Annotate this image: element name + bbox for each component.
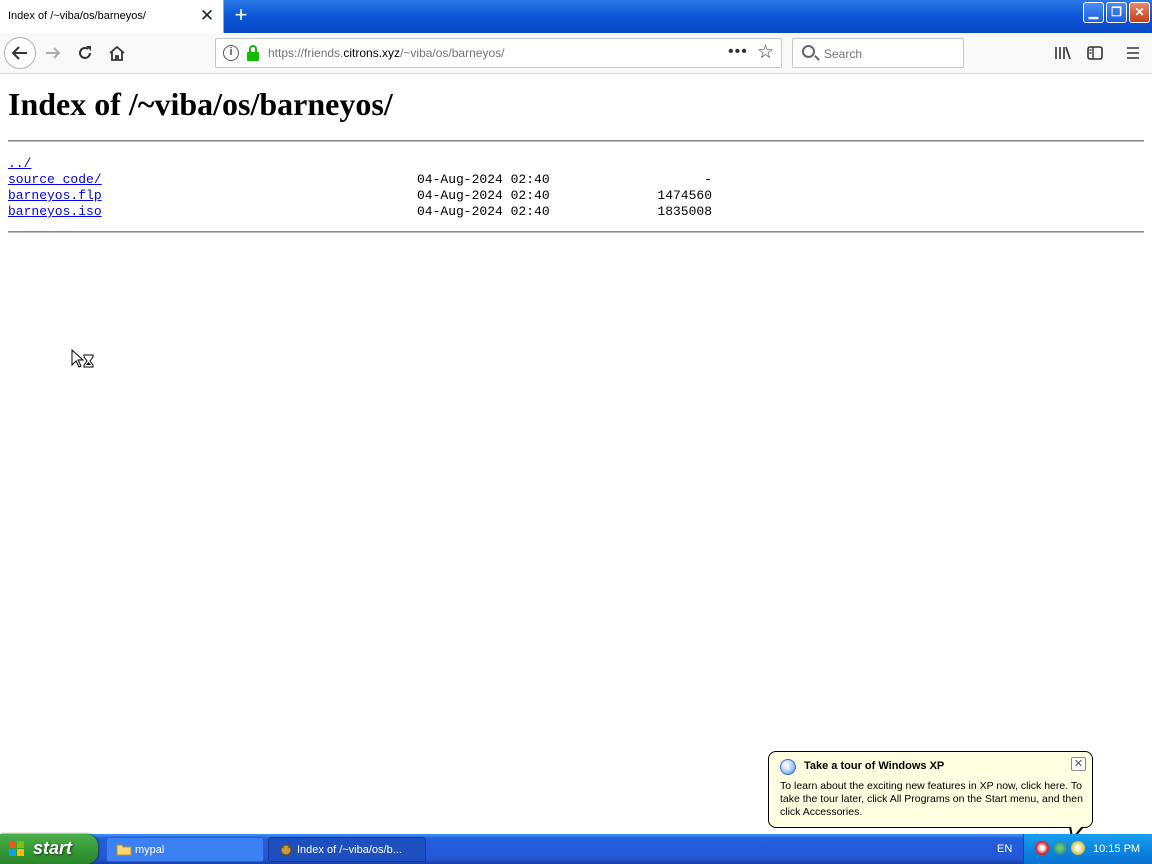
taskbar-item-label: mypal (135, 844, 165, 856)
start-button[interactable]: start (0, 834, 98, 864)
info-icon[interactable]: i (223, 45, 239, 61)
windows-flag-icon (9, 841, 26, 857)
menu-icon[interactable] (1118, 38, 1148, 68)
library-icon[interactable] (1048, 38, 1078, 68)
page-actions-icon[interactable]: ••• (728, 43, 748, 61)
tab-close-icon[interactable]: ✕ (198, 6, 216, 26)
barneyos-iso-link[interactable]: barneyos.iso (8, 204, 102, 219)
back-arrow-icon[interactable] (4, 37, 36, 69)
url-path: /~viba/os/barneyos/ (400, 46, 505, 60)
url-prefix: https://friends. (268, 46, 344, 60)
search-icon (802, 45, 815, 58)
bookmark-star-icon[interactable]: ☆ (757, 41, 774, 64)
tab-current[interactable]: Index of /~viba/os/barneyos/ ✕ (0, 0, 224, 33)
parent-dir-link[interactable]: ../ (8, 156, 31, 171)
divider-top (8, 140, 1144, 142)
window-close-button[interactable]: ✕ (1129, 2, 1150, 23)
info-balloon-icon: i (780, 759, 796, 775)
source-code-link[interactable]: source code/ (8, 172, 102, 187)
system-tray: 10:15 PM (1023, 834, 1152, 864)
url-bar[interactable]: i https://friends.citrons.xyz/~viba/os/b… (215, 38, 782, 68)
forward-arrow-icon[interactable] (38, 38, 68, 68)
network-icon[interactable] (1053, 841, 1067, 855)
search-placeholder: Search (824, 47, 863, 61)
maximize-button[interactable]: ❐ (1106, 2, 1127, 23)
clock: 10:15 PM (1093, 843, 1141, 855)
tour-tray-icon[interactable] (1071, 841, 1085, 855)
nav-toolbar: i https://friends.citrons.xyz/~viba/os/b… (0, 33, 1152, 74)
start-label: start (33, 838, 73, 858)
barneyos-flp-link[interactable]: barneyos.flp (8, 188, 102, 203)
list-item: source code/ 04-Aug-2024 02:40 - (8, 172, 712, 188)
taskbar-item-label: Index of /~viba/os/b... (297, 844, 402, 856)
page-content: Index of /~viba/os/barneyos/ ../ source … (0, 74, 1152, 834)
entry-date: 04-Aug-2024 02:40 (417, 204, 550, 219)
page-title: Index of /~viba/os/barneyos/ (8, 86, 393, 122)
entry-date: 04-Aug-2024 02:40 (417, 172, 550, 187)
reload-icon[interactable] (70, 38, 100, 68)
url-domain: citrons.xyz (343, 46, 401, 60)
list-item: barneyos.flp 04-Aug-2024 02:40 1474560 (8, 188, 712, 204)
new-tab-button[interactable]: + (230, 4, 252, 28)
balloon-title: Take a tour of Windows XP (804, 760, 945, 772)
sidebar-icon[interactable] (1080, 38, 1110, 68)
entry-size: - (704, 172, 712, 187)
list-item: ../ (8, 156, 39, 172)
tab-title: Index of /~viba/os/barneyos/ (8, 10, 146, 22)
url-text[interactable]: https://friends.citrons.xyz/~viba/os/bar… (268, 46, 504, 60)
minimize-button[interactable]: ▁ (1083, 2, 1104, 23)
taskbar: start mypal Index of /~viba/os/b... EN 1… (0, 834, 1152, 864)
title-bar: Index of /~viba/os/barneyos/ ✕ + ▁ ❐ ✕ (0, 0, 1152, 33)
balloon-close-icon[interactable]: ✕ (1071, 757, 1086, 771)
mypal-browser-icon (280, 844, 292, 856)
entry-date: 04-Aug-2024 02:40 (417, 188, 550, 203)
entry-size: 1835008 (657, 204, 712, 219)
tour-balloon[interactable]: i Take a tour of Windows XP ✕ To learn a… (768, 751, 1093, 841)
language-indicator[interactable]: EN (997, 843, 1012, 855)
balloon-text[interactable]: To learn about the exciting new features… (780, 780, 1088, 819)
search-input[interactable]: Search (792, 38, 964, 68)
entry-size: 1474560 (657, 188, 712, 203)
busy-cursor-icon (71, 349, 94, 368)
list-item: barneyos.iso 04-Aug-2024 02:40 1835008 (8, 204, 712, 220)
folder-icon (116, 844, 132, 856)
divider-bottom (8, 231, 1144, 233)
lock-icon[interactable] (246, 45, 260, 61)
home-icon[interactable] (102, 38, 132, 68)
security-shield-icon[interactable] (1035, 841, 1049, 855)
taskbar-item-browser[interactable]: Index of /~viba/os/b... (268, 837, 426, 862)
taskbar-item-mypal[interactable]: mypal (106, 837, 264, 862)
